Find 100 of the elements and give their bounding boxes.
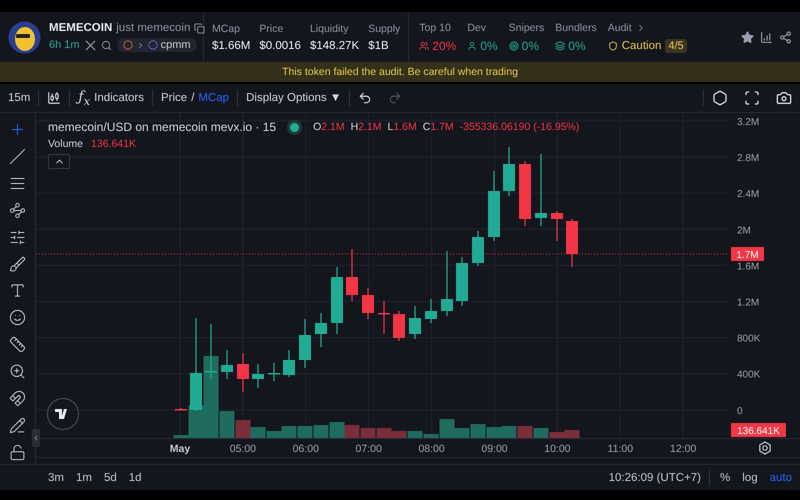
range-button[interactable]: 5d bbox=[100, 472, 121, 484]
hexagon-icon bbox=[712, 90, 728, 106]
candle bbox=[268, 363, 280, 381]
lock-icon bbox=[9, 444, 26, 462]
dev-icon bbox=[467, 40, 478, 50]
time-axis-label: 06:00 bbox=[292, 443, 319, 455]
scale-option[interactable]: auto bbox=[766, 472, 796, 484]
volume-bar bbox=[344, 425, 360, 438]
lock-drawing-icon bbox=[9, 417, 26, 434]
price-axis-label: 2.4M bbox=[737, 189, 760, 200]
pair-tag[interactable]: cpmm bbox=[116, 38, 197, 52]
circle-icon bbox=[148, 40, 158, 50]
brush-icon bbox=[9, 256, 26, 273]
candle bbox=[315, 313, 327, 347]
chart-title: memecoin/USD on memecoin mevx.io · 15 bbox=[48, 120, 276, 134]
candlestick-icon bbox=[47, 91, 62, 105]
volume-bar bbox=[376, 428, 392, 438]
price-mcap-toggle[interactable]: Price / MCap bbox=[153, 87, 238, 109]
logo-badge[interactable] bbox=[47, 398, 79, 430]
search-icon[interactable] bbox=[100, 40, 112, 50]
circle-icon bbox=[122, 40, 133, 50]
candle bbox=[441, 251, 453, 316]
settings-icon[interactable] bbox=[759, 441, 771, 455]
redo-icon bbox=[388, 91, 402, 105]
x-logo-icon[interactable] bbox=[84, 40, 96, 50]
candle bbox=[535, 154, 547, 226]
metric-value: $0.0016 bbox=[259, 40, 301, 52]
indicators-button[interactable]: ƒ$_{x}$ Indicators bbox=[70, 87, 152, 109]
metric-label: Liquidity bbox=[310, 22, 350, 34]
candle bbox=[252, 364, 264, 388]
time-axis-label: 09:00 bbox=[481, 443, 508, 455]
audit-label[interactable]: Audit bbox=[608, 22, 632, 34]
volume-bar bbox=[502, 426, 516, 438]
time-axis-label: May bbox=[170, 443, 190, 455]
metric-label: Supply bbox=[368, 22, 400, 34]
magnet-icon bbox=[9, 390, 26, 408]
range-button[interactable]: 1m bbox=[72, 472, 96, 484]
share-icon[interactable] bbox=[779, 30, 792, 44]
display-options-button[interactable]: Display Options ▼ bbox=[238, 87, 350, 109]
candle bbox=[175, 408, 187, 410]
candle bbox=[378, 301, 390, 334]
ohlc-value: C1.7M bbox=[422, 121, 454, 133]
candle bbox=[425, 299, 437, 323]
stat-label: Dev bbox=[467, 22, 488, 34]
ruler-icon bbox=[9, 336, 26, 354]
holders-icon bbox=[419, 40, 430, 50]
volume-bar bbox=[314, 425, 328, 438]
bundlers-icon bbox=[555, 40, 566, 50]
candle bbox=[503, 147, 515, 196]
ohlc-value: H2.1M bbox=[350, 121, 382, 133]
change-value: -355336.06190 (-16.95%) bbox=[460, 121, 580, 133]
interval-button[interactable]: 15m bbox=[0, 87, 38, 109]
price-axis-label: 0 bbox=[737, 406, 743, 417]
volume-value: 136.641K bbox=[91, 138, 136, 150]
fib-icon bbox=[9, 228, 26, 246]
stat-label: Snipers bbox=[508, 22, 544, 34]
candle bbox=[221, 350, 233, 379]
volume-label: Volume bbox=[48, 138, 84, 150]
time-axis-label: 10:00 bbox=[544, 443, 571, 455]
candle bbox=[393, 311, 405, 341]
pattern-icon bbox=[9, 202, 26, 219]
stat-label: Bundlers bbox=[555, 22, 597, 34]
range-button[interactable]: 3m bbox=[44, 472, 68, 484]
stat-value: 0% bbox=[508, 38, 544, 52]
text-icon bbox=[9, 282, 26, 300]
zoom-icon bbox=[9, 363, 26, 380]
price-tag: 1.7M bbox=[731, 247, 764, 261]
volume-bar bbox=[486, 427, 502, 438]
metric-label: Price bbox=[259, 22, 284, 34]
volume-bar bbox=[330, 422, 344, 438]
camera-icon bbox=[776, 90, 792, 106]
range-button[interactable]: 1d bbox=[124, 472, 146, 484]
scale-option[interactable]: log bbox=[738, 472, 762, 484]
stat-value: 0% bbox=[555, 38, 597, 52]
toggle-sidebar-button[interactable] bbox=[32, 429, 40, 447]
scale-option[interactable]: % bbox=[716, 472, 734, 484]
price-axis-label: 3.2M bbox=[737, 117, 760, 128]
candle bbox=[362, 288, 374, 319]
metric-value: $1.66M bbox=[212, 40, 250, 52]
candle bbox=[409, 306, 421, 339]
copy-icon[interactable] bbox=[194, 22, 206, 34]
price-axis-label: 2M bbox=[737, 225, 751, 236]
price-axis-label: 800K bbox=[737, 334, 760, 345]
collapse-legend-button[interactable] bbox=[48, 154, 70, 169]
stat-value: 0% bbox=[467, 38, 498, 52]
candle bbox=[519, 161, 531, 226]
price-axis-label: 1.6M bbox=[737, 261, 760, 272]
add-chart-icon[interactable] bbox=[760, 30, 773, 44]
ohlc-value: O2.1M bbox=[313, 121, 345, 133]
metric-value: $1B bbox=[368, 40, 390, 52]
time-axis-label: 08:00 bbox=[418, 443, 445, 455]
clock: 10:26:09 (UTC+7) bbox=[608, 472, 702, 484]
stat-label: Top 10 bbox=[419, 22, 452, 34]
candle bbox=[472, 231, 484, 266]
star-icon[interactable] bbox=[741, 30, 754, 44]
token-age: 6h 1m bbox=[49, 39, 80, 51]
pair-name: cpmm bbox=[160, 39, 191, 51]
time-axis-label: 11:00 bbox=[608, 443, 634, 455]
volume-bar bbox=[518, 426, 532, 438]
metric-value: $148.27K bbox=[310, 40, 360, 52]
